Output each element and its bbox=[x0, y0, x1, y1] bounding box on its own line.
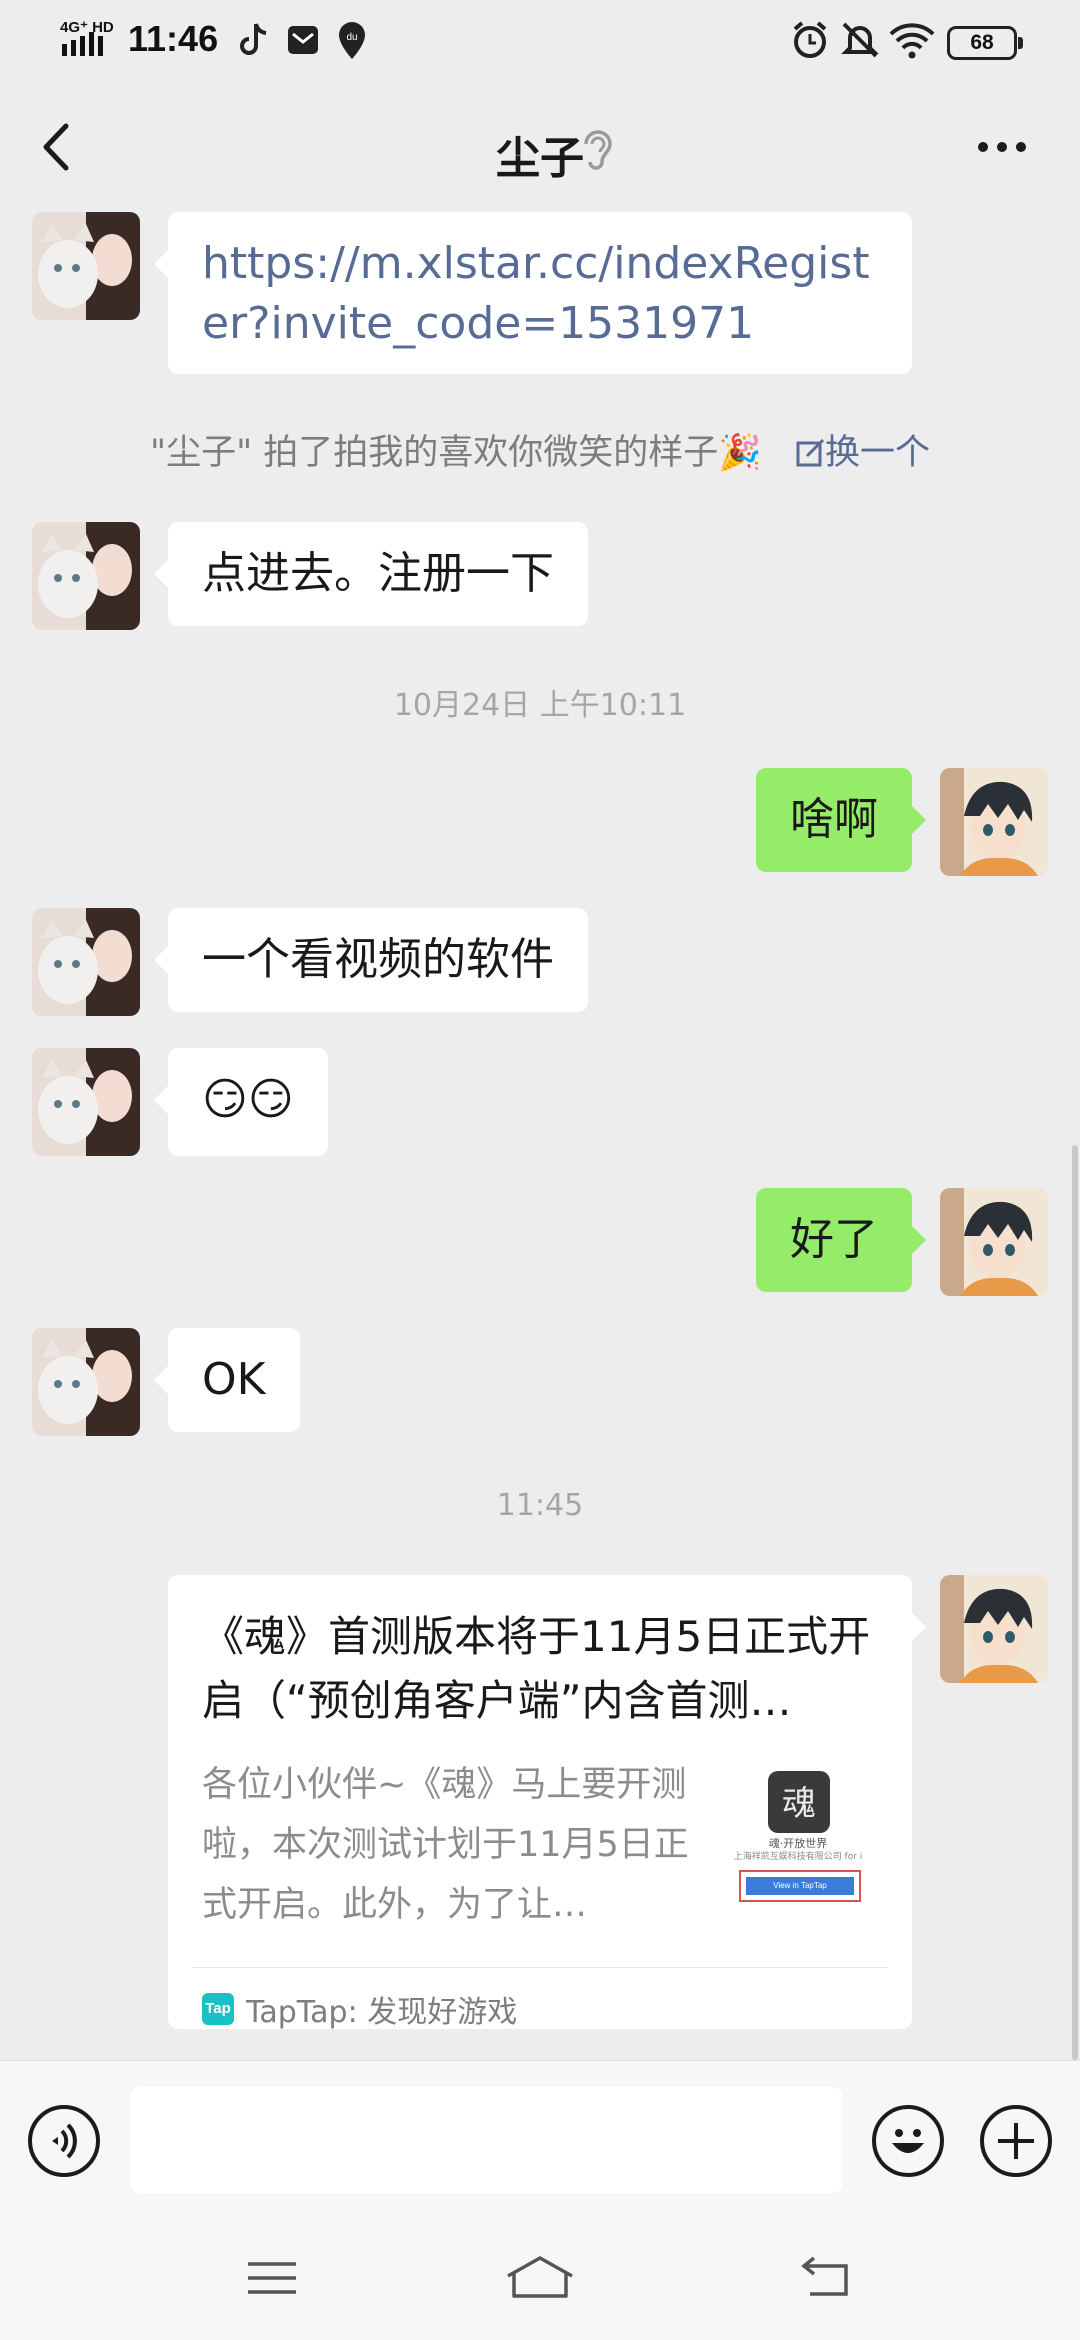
message-text: 点进去。注册一下 bbox=[202, 548, 554, 599]
my-avatar[interactable] bbox=[940, 1575, 1048, 1683]
message-bubble[interactable]: 一个看视频的软件 bbox=[154, 908, 588, 1012]
taptap-icon: Tap bbox=[202, 1993, 234, 2025]
home-icon[interactable] bbox=[504, 2250, 576, 2306]
message-text: 啥啊 bbox=[790, 794, 878, 845]
message-bubble-emoji[interactable]: 😏😏 bbox=[154, 1048, 328, 1156]
chat-screen: 4G⁺ HD 11:46 du 68 尘子 https://m.xlstar.c… bbox=[0, 0, 1080, 2340]
voice-icon bbox=[52, 2123, 77, 2159]
menu-icon[interactable] bbox=[244, 2250, 300, 2306]
card-title: 《魂》首测版本将于11月5日正式开启（“预创角客户端”内含首测… bbox=[202, 1612, 871, 1725]
timestamp: 11:45 bbox=[496, 1488, 584, 1523]
chat-header: 尘子 bbox=[0, 84, 1080, 210]
my-avatar[interactable] bbox=[940, 1188, 1048, 1296]
contact-avatar[interactable] bbox=[32, 212, 140, 320]
signal-icon bbox=[62, 32, 103, 56]
plus-button[interactable] bbox=[980, 2105, 1052, 2177]
wifi-icon bbox=[889, 23, 935, 59]
plus-icon bbox=[998, 2123, 1034, 2159]
emoji-icon bbox=[892, 2129, 924, 2153]
battery-level: 68 bbox=[970, 31, 994, 54]
link-card[interactable]: 《魂》首测版本将于11月5日正式开启（“预创角客户端”内含首测… 各位小伙伴~《… bbox=[168, 1575, 926, 2031]
card-divider bbox=[192, 1967, 888, 1968]
message-bubble[interactable]: OK bbox=[154, 1328, 300, 1432]
message-list[interactable]: https://m.xlstar.cc/indexRegister?invite… bbox=[0, 210, 1080, 2060]
invite-link[interactable]: https://m.xlstar.cc/indexRegister?invite… bbox=[202, 238, 870, 349]
return-icon[interactable] bbox=[796, 2250, 856, 2306]
card-description: 各位小伙伴~《魂》马上要开测啦，本次测试计划于11月5日正式开启。此外，为了让… bbox=[202, 1765, 689, 1925]
voice-button[interactable] bbox=[28, 2105, 100, 2177]
card-source: Tap TapTap: 发现好游戏 bbox=[202, 1987, 517, 2031]
message-text: 一个看视频的软件 bbox=[202, 934, 554, 985]
edit-icon bbox=[796, 438, 825, 467]
emoji-button[interactable] bbox=[872, 2105, 944, 2177]
message-input[interactable] bbox=[130, 2087, 842, 2193]
system-nav-bar bbox=[0, 2220, 1080, 2340]
pat-text: "尘子" 拍了拍我的喜欢你微笑的样子🎉 bbox=[149, 433, 762, 473]
scrollbar[interactable] bbox=[1072, 1145, 1078, 2060]
mail-icon bbox=[288, 26, 318, 54]
input-bar bbox=[0, 2060, 1080, 2220]
contact-avatar[interactable] bbox=[32, 908, 140, 1016]
chat-title[interactable]: 尘子 bbox=[496, 122, 584, 186]
contact-avatar[interactable] bbox=[32, 1328, 140, 1436]
message-bubble-outgoing[interactable]: 啥啊 bbox=[756, 768, 926, 872]
message-text: 😏😏 bbox=[202, 1074, 294, 1125]
status-bar: 4G⁺ HD 11:46 du 68 bbox=[0, 0, 1080, 84]
card-source-label: TapTap: 发现好游戏 bbox=[246, 1995, 518, 2030]
chat-title-wrap: 尘子 bbox=[0, 122, 1080, 186]
ear-icon bbox=[584, 130, 612, 170]
message-text: 好了 bbox=[790, 1214, 878, 1265]
tiktok-icon bbox=[240, 23, 267, 55]
alarm-icon bbox=[793, 21, 827, 58]
location-icon: du bbox=[339, 22, 365, 59]
svg-text:魂: 魂 bbox=[782, 1784, 816, 1824]
thumbnail-text-2: 上海祥凯互娱科技有限公司 for i bbox=[733, 1852, 863, 1862]
network-indicator: 4G⁺ HD bbox=[58, 18, 114, 60]
clock: 11:46 bbox=[128, 18, 219, 59]
contact-avatar[interactable] bbox=[32, 1048, 140, 1156]
mute-icon bbox=[841, 22, 879, 58]
message-bubble-outgoing[interactable]: 好了 bbox=[756, 1188, 926, 1292]
pat-change-link[interactable]: 换一个 bbox=[795, 433, 930, 473]
contact-avatar[interactable] bbox=[32, 522, 140, 630]
message-text: OK bbox=[202, 1354, 266, 1405]
thumbnail-text-1: 魂·开放世界 bbox=[768, 1837, 828, 1850]
message-bubble-link[interactable]: https://m.xlstar.cc/indexRegister?invite… bbox=[154, 212, 912, 374]
battery-icon: 68 bbox=[947, 26, 1023, 60]
card-thumbnail: 魂 魂·开放世界 上海祥凯互娱科技有限公司 for i View in TapT… bbox=[728, 1771, 868, 1913]
my-avatar[interactable] bbox=[940, 768, 1048, 876]
svg-text:du: du bbox=[346, 32, 357, 43]
pat-notice: "尘子" 拍了拍我的喜欢你微笑的样子🎉 换一个 bbox=[0, 424, 1080, 475]
thumbnail-button-text: View in TapTap bbox=[773, 1881, 827, 1890]
message-bubble[interactable]: 点进去。注册一下 bbox=[154, 522, 588, 626]
pat-change-label[interactable]: 换一个 bbox=[825, 433, 930, 473]
more-icon[interactable] bbox=[976, 140, 1028, 154]
timestamp: 10月24日 上午10:11 bbox=[393, 688, 687, 723]
